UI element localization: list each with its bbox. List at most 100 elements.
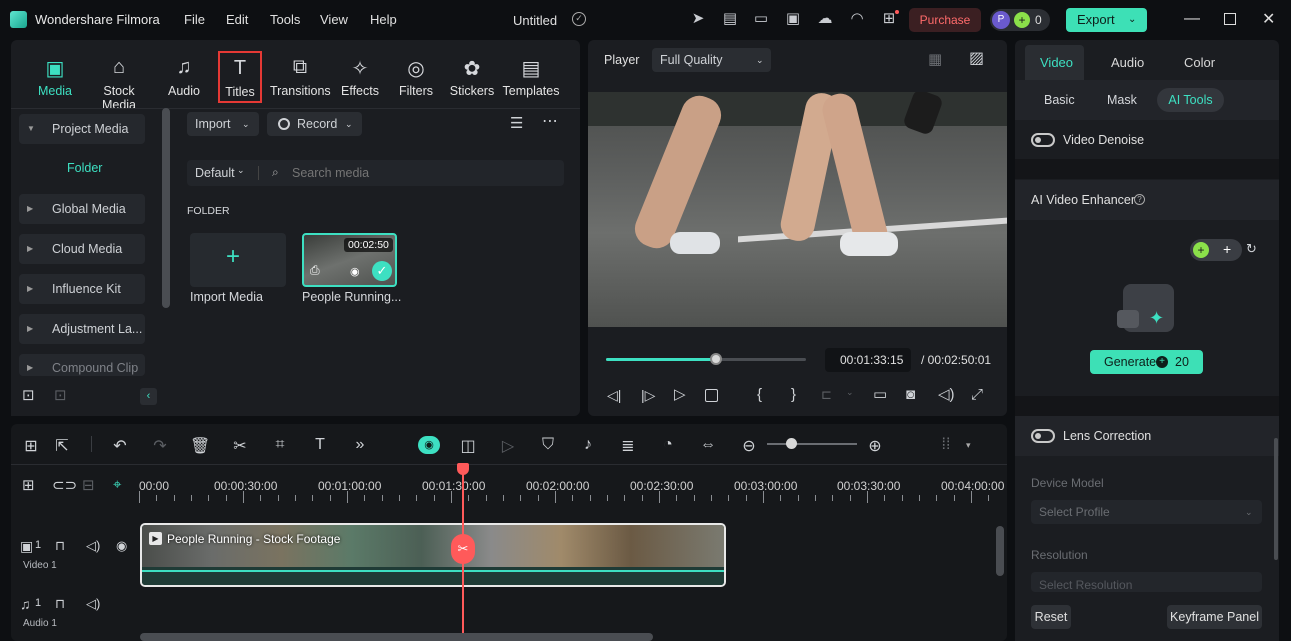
- stop-icon[interactable]: [705, 389, 718, 402]
- sidebar-item-project-media[interactable]: ▼ Project Media: [19, 114, 145, 144]
- menu-file[interactable]: File: [184, 12, 205, 27]
- snap-icon[interactable]: ⌖: [113, 476, 121, 493]
- playhead-knob[interactable]: [710, 353, 722, 365]
- chevron-down-icon[interactable]: ⌄: [237, 165, 245, 176]
- help-icon[interactable]: ?: [1134, 194, 1145, 205]
- ai-mate-icon[interactable]: ◉: [418, 436, 440, 454]
- zoom-slider[interactable]: [767, 443, 857, 445]
- select-profile-dropdown[interactable]: Select Profile ⌄: [1031, 500, 1262, 524]
- mark-out-icon[interactable]: }: [791, 387, 796, 402]
- tab-color[interactable]: Color: [1184, 55, 1215, 70]
- tab-stock-media[interactable]: ⌂ Stock Media: [87, 56, 151, 112]
- tab-filters[interactable]: ◎ Filters: [389, 56, 443, 98]
- menu-tools[interactable]: Tools: [270, 12, 300, 27]
- fullscreen-icon[interactable]: ⤢: [971, 387, 983, 402]
- crop-icon[interactable]: ⌗: [270, 436, 290, 454]
- export-button[interactable]: Export ⌄: [1066, 8, 1147, 32]
- zoom-out-icon[interactable]: ⊖: [739, 436, 759, 456]
- audio-mixer-icon[interactable]: ≣: [618, 436, 638, 456]
- camera-icon[interactable]: ◙: [906, 387, 915, 402]
- undo-icon[interactable]: ↶: [110, 436, 130, 456]
- video-preview[interactable]: [588, 92, 1007, 327]
- menu-view[interactable]: View: [320, 12, 348, 27]
- timeline-hscroll[interactable]: [140, 633, 653, 641]
- eye-icon[interactable]: ◉: [116, 538, 127, 554]
- save-icon[interactable]: ▣: [784, 11, 802, 29]
- tab-templates[interactable]: ▤ Templates: [502, 56, 560, 98]
- link-icon[interactable]: ⊂⊃: [52, 476, 77, 494]
- shield-icon[interactable]: ⛉: [538, 436, 558, 454]
- layout-icon[interactable]: ⊞: [21, 436, 41, 456]
- auto-reframe-icon[interactable]: ◫: [458, 436, 478, 456]
- chevron-down-icon[interactable]: ⌄: [1128, 8, 1136, 32]
- subtab-basic[interactable]: Basic: [1044, 93, 1075, 107]
- delete-icon[interactable]: 🗑: [190, 436, 210, 456]
- filter-icon[interactable]: ☰: [510, 116, 523, 131]
- sidebar-item-global-media[interactable]: ▶ Global Media: [19, 194, 145, 224]
- media-thumbnail[interactable]: 00:02:50 ⎙ ◉ ✓: [302, 233, 397, 287]
- quality-dropdown[interactable]: Full Quality ⌄: [652, 48, 771, 72]
- select-resolution-dropdown[interactable]: Select Resolution: [1031, 572, 1262, 592]
- lock-icon[interactable]: ⊓: [55, 538, 65, 554]
- tab-audio-props[interactable]: Audio: [1111, 55, 1144, 70]
- add-track-icon[interactable]: ⊞: [22, 476, 35, 494]
- import-media-tile[interactable]: +: [190, 233, 286, 287]
- zoom-in-icon[interactable]: ⊕: [865, 436, 885, 456]
- display-icon[interactable]: ▭: [873, 387, 887, 402]
- grid-view-icon[interactable]: ▦: [928, 52, 942, 67]
- close-icon[interactable]: ✕: [1262, 9, 1275, 29]
- subtab-ai-tools[interactable]: AI Tools: [1157, 88, 1224, 112]
- screen-icon[interactable]: ▭: [752, 11, 770, 29]
- tab-media[interactable]: ▣ Media: [28, 56, 82, 98]
- sidebar-item-adjustment-layer[interactable]: ▶ Adjustment La...: [19, 314, 145, 344]
- lock-icon[interactable]: ⊓: [55, 596, 65, 612]
- sidebar-scrollbar[interactable]: [162, 108, 170, 308]
- subtab-mask[interactable]: Mask: [1107, 93, 1137, 107]
- fit-icon[interactable]: ⇔: [698, 436, 718, 454]
- cloud-upload-icon[interactable]: ☁: [816, 11, 834, 29]
- headset-icon[interactable]: ◠: [848, 11, 866, 29]
- send-icon[interactable]: ➤: [689, 11, 707, 29]
- sidebar-item-folder[interactable]: Folder: [67, 161, 102, 175]
- search-input[interactable]: [292, 163, 552, 183]
- properties-scrollbar[interactable]: [1274, 438, 1278, 560]
- mark-in-icon[interactable]: {: [757, 387, 762, 402]
- cut-icon[interactable]: ✂: [230, 436, 250, 456]
- split-scissors-icon[interactable]: ✂: [451, 534, 475, 564]
- microphone-icon[interactable]: ♪: [578, 436, 598, 454]
- more-tools-icon[interactable]: »: [350, 436, 370, 454]
- tab-effects[interactable]: ✧ Effects: [333, 56, 387, 98]
- volume-icon[interactable]: ◁): [938, 387, 955, 402]
- sidebar-item-compound-clip[interactable]: ▶ Compound Clip: [19, 354, 145, 376]
- new-folder-icon[interactable]: ⊡: [22, 388, 35, 403]
- import-dropdown[interactable]: Import ⌄: [187, 112, 259, 136]
- purchase-button[interactable]: Purchase: [909, 8, 981, 32]
- chevron-down-icon[interactable]: ⌄: [846, 388, 854, 397]
- sort-dropdown[interactable]: Default: [195, 166, 235, 180]
- playhead-handle[interactable]: [457, 463, 469, 475]
- tab-stickers[interactable]: ✿ Stickers: [445, 56, 499, 98]
- select-tool-icon[interactable]: ⇱: [52, 436, 72, 456]
- speed-icon[interactable]: ◔: [658, 436, 678, 454]
- lens-correction-toggle[interactable]: [1031, 429, 1055, 443]
- play-icon[interactable]: ▷: [674, 387, 686, 402]
- keyframe-icon[interactable]: ▷: [498, 436, 518, 456]
- sidebar-item-cloud-media[interactable]: ▶ Cloud Media: [19, 234, 145, 264]
- volume-icon[interactable]: ◁): [86, 596, 100, 612]
- generate-button[interactable]: Generate + 20: [1090, 350, 1203, 374]
- keyframe-panel-button[interactable]: Keyframe Panel: [1167, 605, 1262, 629]
- track-layout-icon[interactable]: ⁞⁞: [936, 436, 956, 454]
- timeline-vscroll[interactable]: [996, 526, 1004, 576]
- move-folder-icon[interactable]: ⊡: [54, 388, 67, 403]
- record-dropdown[interactable]: Record ⌄: [267, 112, 362, 136]
- chevron-down-icon[interactable]: ▾: [966, 440, 971, 451]
- tab-transitions[interactable]: ⧉ Transitions: [270, 56, 331, 98]
- video-clip[interactable]: ▶ People Running - Stock Footage: [140, 523, 726, 587]
- snapshot-view-icon[interactable]: ▨: [969, 51, 984, 67]
- video-denoise-toggle[interactable]: [1031, 133, 1055, 147]
- collapse-sidebar-icon[interactable]: ‹: [140, 388, 157, 405]
- redo-icon[interactable]: ↷: [150, 436, 170, 456]
- sidebar-item-influence-kit[interactable]: ▶ Influence Kit: [19, 274, 145, 304]
- maximize-icon[interactable]: [1224, 13, 1236, 25]
- tab-titles[interactable]: T Titles: [218, 51, 262, 103]
